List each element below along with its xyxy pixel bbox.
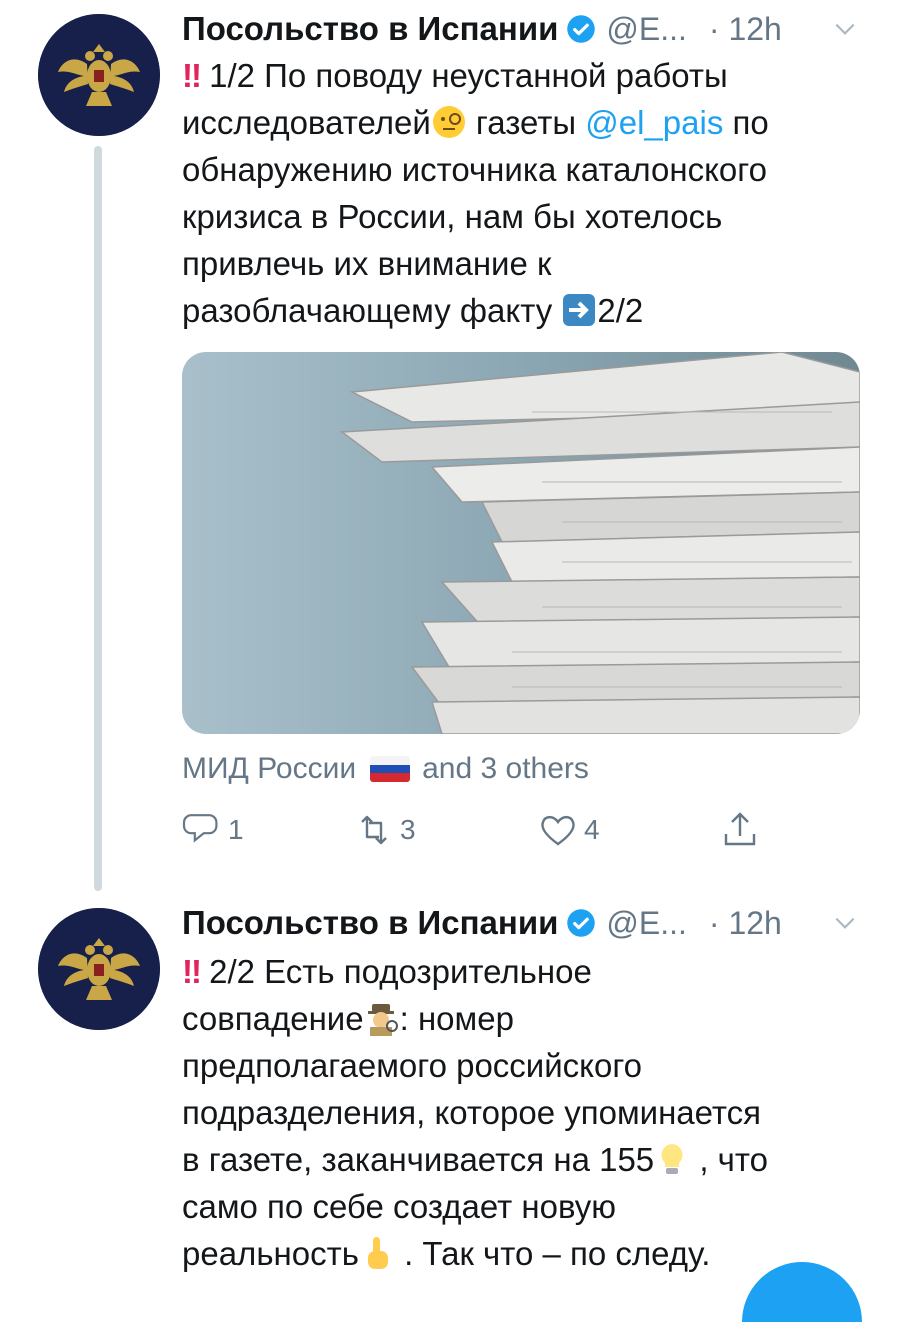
- text-fragment: разоблачающему факту: [182, 292, 562, 329]
- text-line: в газете, заканчивается на 155 , что: [182, 1136, 872, 1183]
- mention-link[interactable]: @el_pais: [585, 104, 723, 141]
- text-line: привлечь их внимание к: [182, 245, 552, 282]
- text-line: кризиса в России, нам бы хотелось: [182, 198, 723, 235]
- right-arrow-icon: [561, 292, 597, 328]
- text-fragment: газеты: [466, 104, 586, 141]
- reply-count: 1: [228, 814, 244, 845]
- tweet-text: ‼ 1/2 По поводу неустанной работы исслед…: [182, 52, 872, 334]
- tweet-time[interactable]: · 12h: [709, 11, 782, 48]
- avatar[interactable]: [38, 908, 160, 1030]
- retweet-icon: [361, 815, 387, 845]
- like-button[interactable]: 4: [538, 810, 600, 850]
- thread-line: [94, 146, 102, 891]
- text-line: обнаружению источника каталонского: [182, 151, 767, 188]
- text-fragment: в газете, заканчивается на 155: [182, 1141, 655, 1178]
- monocle-face-icon: [431, 104, 467, 140]
- text-line: разоблачающему факту 2/2: [182, 287, 872, 334]
- text-fragment: 2/2 Есть подозрительное: [209, 953, 592, 990]
- like-count: 4: [584, 814, 600, 845]
- coat-of-arms-icon: [38, 908, 160, 1030]
- tweet-text: ‼ 2/2 Есть подозрительное совпадение : н…: [182, 948, 872, 1277]
- retweet-button[interactable]: 3: [354, 810, 416, 850]
- author-handle[interactable]: @E...: [606, 11, 687, 48]
- text-line: предполагаемого российского: [182, 1047, 643, 1084]
- tweet-actions: 1 3 4: [182, 810, 862, 860]
- liked-by-others[interactable]: and 3 others: [422, 752, 589, 786]
- text-fragment: : номер: [399, 1000, 514, 1037]
- share-button[interactable]: [720, 810, 760, 850]
- text-fragment: по: [723, 104, 769, 141]
- text-fragment: , что: [690, 1141, 768, 1178]
- author-name[interactable]: Посольство в Испании: [182, 904, 558, 942]
- light-bulb-icon: [654, 1141, 690, 1177]
- russia-flag-icon: [370, 756, 411, 782]
- retweet-count: 3: [400, 814, 416, 845]
- text-fragment: реальность: [182, 1235, 359, 1272]
- text-line: подразделения, которое упоминается: [182, 1094, 762, 1131]
- text-line: ‼ 1/2 По поводу неустанной работы: [182, 52, 872, 99]
- text-fragment: исследователей: [182, 104, 431, 141]
- text-fragment: . Так что – по следу.: [394, 1235, 711, 1272]
- text-line: совпадение : номер: [182, 995, 872, 1042]
- double-exclamation-icon: ‼: [182, 57, 202, 94]
- text-line: само по себе создает новую: [182, 1188, 617, 1225]
- liked-by-line[interactable]: МИД России and 3 others: [182, 752, 589, 786]
- text-fragment: 1/2 По поводу неустанной работы: [209, 57, 728, 94]
- chevron-down-icon[interactable]: [832, 16, 858, 42]
- tweet-header: Посольство в Испании @E... · 12h: [182, 4, 858, 54]
- author-handle[interactable]: @E...: [606, 905, 687, 942]
- author-name[interactable]: Посольство в Испании: [182, 10, 558, 48]
- reply-button[interactable]: 1: [182, 810, 244, 850]
- coat-of-arms-icon: [38, 14, 160, 136]
- text-line: реальность . Так что – по следу.: [182, 1230, 872, 1277]
- detective-icon: [364, 1000, 400, 1036]
- share-icon: [724, 812, 756, 846]
- avatar[interactable]: [38, 14, 160, 136]
- tweet-image-newspapers[interactable]: [182, 352, 860, 734]
- tweet-header: Посольство в Испании @E... · 12h: [182, 898, 858, 948]
- tweet-time[interactable]: · 12h: [709, 905, 782, 942]
- double-exclamation-icon: ‼: [182, 953, 202, 990]
- heart-icon: [541, 815, 575, 846]
- verified-badge-icon: [566, 908, 596, 938]
- chevron-down-icon[interactable]: [832, 910, 858, 936]
- verified-badge-icon: [566, 14, 596, 44]
- liked-by-name[interactable]: МИД России: [182, 752, 356, 786]
- text-line: ‼ 2/2 Есть подозрительное: [182, 948, 872, 995]
- text-line: исследователей газеты @el_pais по: [182, 99, 872, 146]
- reply-icon: [182, 814, 218, 843]
- pointing-up-icon: [359, 1235, 395, 1271]
- text-fragment: 2/2: [597, 292, 644, 329]
- text-fragment: совпадение: [182, 1000, 364, 1037]
